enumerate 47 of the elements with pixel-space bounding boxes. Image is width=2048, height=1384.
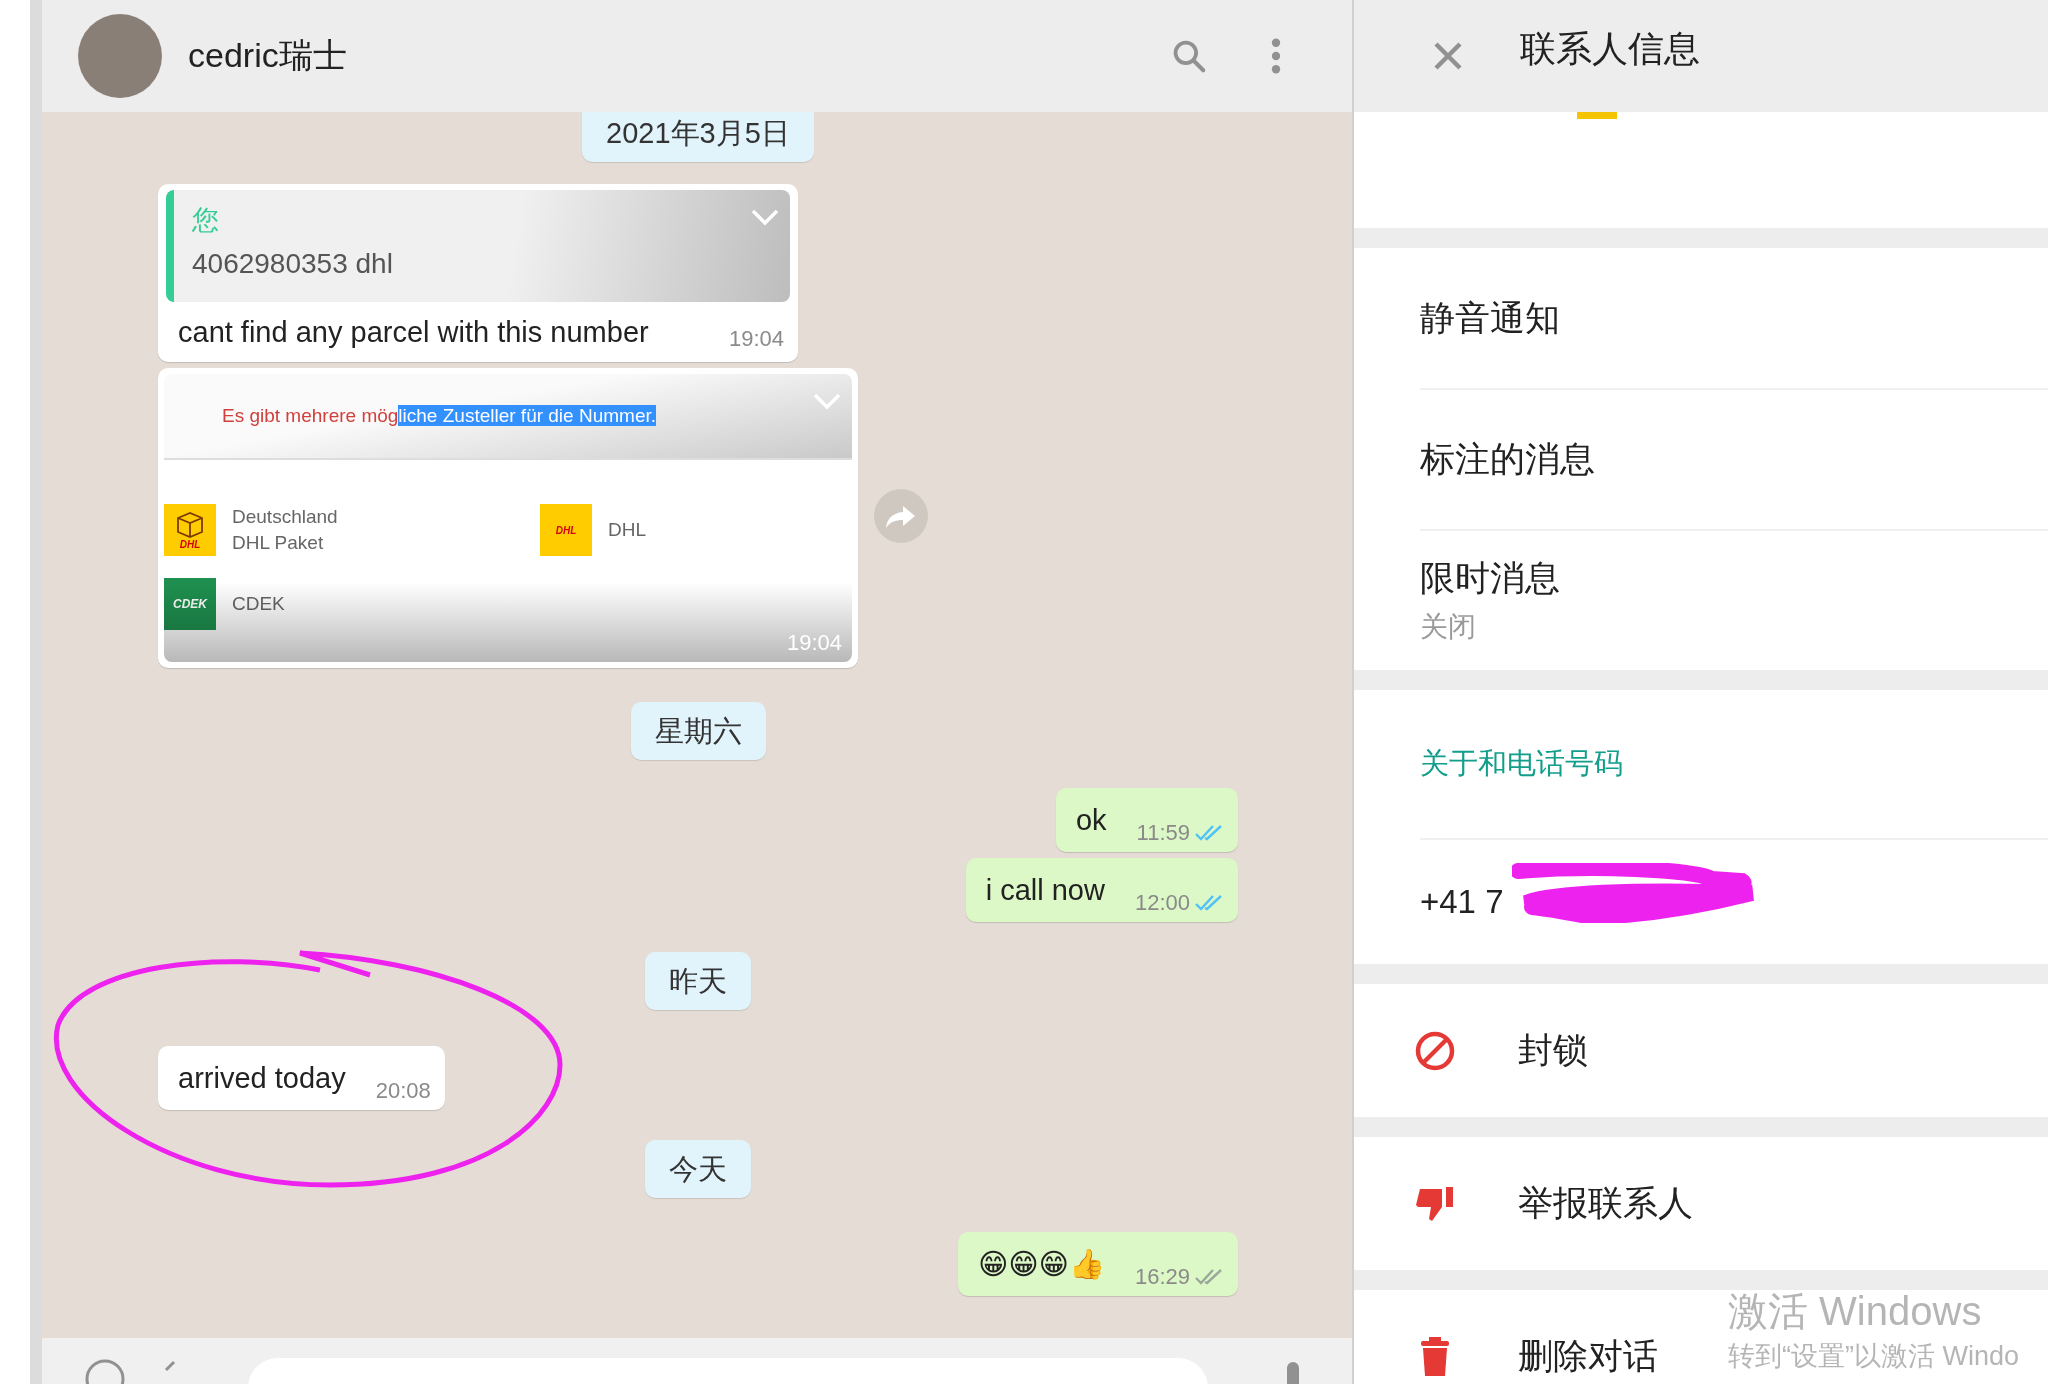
trash-icon	[1419, 1336, 1451, 1377]
watermark-title: 激活 Windows	[1728, 1288, 1983, 1335]
cdek-logo: CDEK	[164, 578, 216, 630]
block-icon	[1414, 1029, 1456, 1072]
profile-photo-edge	[1577, 112, 1617, 119]
action-item[interactable]: 举报联系人	[1410, 1180, 1693, 1227]
message-time: 12:00	[1134, 890, 1190, 916]
setting-label[interactable]: 静音通知	[1420, 294, 1560, 342]
date-chip: 2021年3月5日	[582, 112, 814, 162]
message-text: ok	[1075, 803, 1107, 838]
quoted-message[interactable]: 您 4062980353 dhl	[166, 190, 790, 302]
chevron-down-icon[interactable]	[812, 392, 842, 410]
section-heading: 关于和电话号码	[1420, 746, 1623, 781]
message-time: 11:59	[1136, 820, 1190, 846]
card-heading: Es gibt mehrere mögliche Zusteller für die Nummer.	[222, 405, 656, 427]
date-chip: 今天	[645, 1140, 751, 1198]
menu-icon[interactable]	[1270, 37, 1282, 75]
forward-icon[interactable]	[874, 489, 928, 543]
image-message[interactable]: Es gibt mehrere mögliche Zusteller für die Nummer. DHL Deutschland DHL Paket DHL DHL CDEK CDEK 19:04	[158, 368, 858, 668]
watermark-text: 转到“设置”以激活 Windo	[1728, 1340, 2019, 1373]
carrier-name: CDEK	[232, 592, 285, 616]
quote-author: 您	[192, 204, 219, 237]
parcel-logo: DHL	[164, 504, 216, 556]
message-time: 16:29	[1134, 1264, 1190, 1290]
action-item[interactable]: 封锁	[1410, 1027, 1588, 1074]
message-time: 20:08	[375, 1078, 431, 1104]
quote-text: 4062980353 dhl	[192, 247, 393, 281]
message-time: 19:04	[786, 630, 842, 656]
date-chip: 昨天	[645, 952, 751, 1010]
contact-name: cedric瑞士	[188, 35, 348, 76]
carrier-name: Deutschland DHL Paket	[232, 505, 338, 555]
message-text: 😁😁😁👍	[978, 1247, 1105, 1282]
setting-label[interactable]: 限时消息	[1420, 555, 1560, 602]
panel-title: 联系人信息	[1520, 26, 1700, 71]
message-text: arrived today	[178, 1061, 346, 1096]
carrier-name: DHL	[608, 518, 646, 542]
message-time: 19:04	[728, 326, 784, 352]
message-text: i call now	[985, 873, 1105, 908]
dhl-logo: DHL	[540, 504, 592, 556]
phone-number: +41 7	[1420, 883, 1504, 921]
action-item[interactable]: 删除对话	[1410, 1333, 1658, 1380]
date-chip: 星期六	[630, 702, 766, 760]
setting-value: 关闭	[1420, 610, 1476, 644]
message-text: cant find any parcel with this number	[178, 315, 649, 350]
setting-label[interactable]: 标注的消息	[1420, 436, 1595, 483]
close-icon[interactable]	[1432, 40, 1464, 72]
chevron-down-icon[interactable]	[750, 208, 780, 226]
